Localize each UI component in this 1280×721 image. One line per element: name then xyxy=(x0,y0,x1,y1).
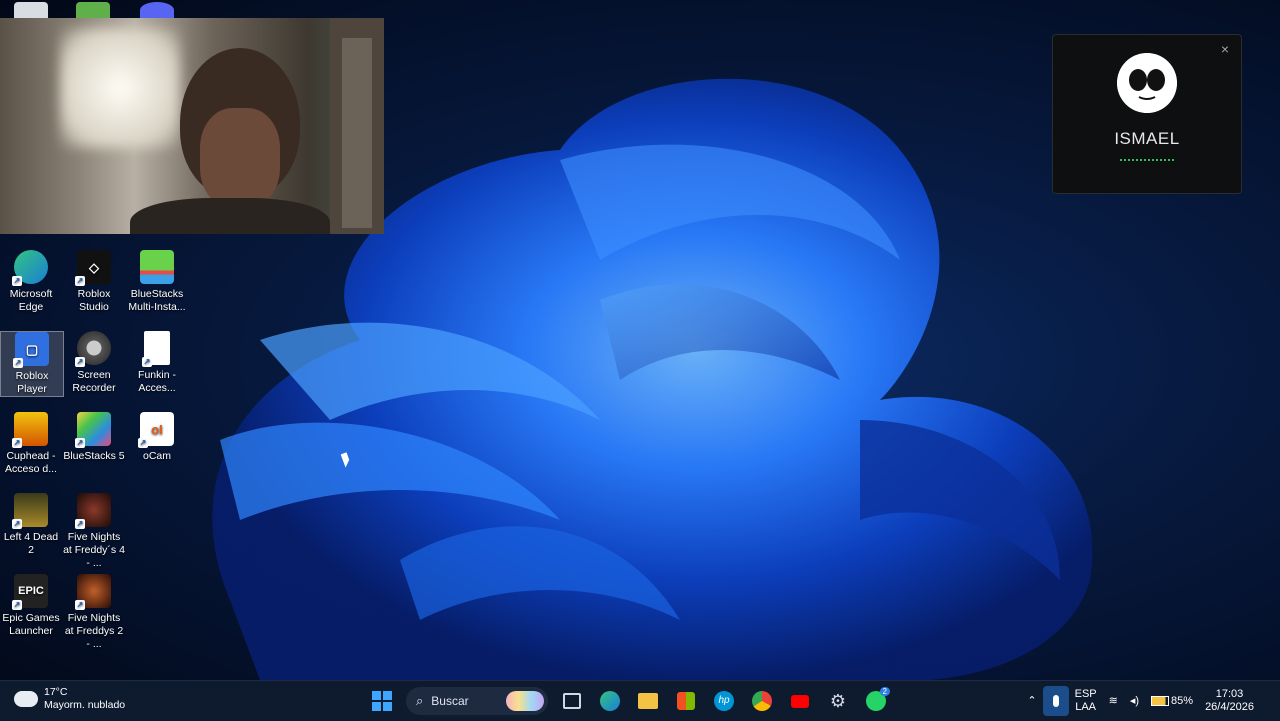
battery-icon[interactable] xyxy=(1151,696,1170,706)
caller-name: ISMAEL xyxy=(1114,129,1180,148)
windows-start-icon[interactable] xyxy=(368,687,396,715)
desktop-icon-epic-games[interactable]: EPIC ↗ Epic Games Launcher xyxy=(0,574,62,638)
desktop-icon-bluestacks5[interactable]: ↗ BlueStacks 5 xyxy=(63,412,125,463)
taskbar-center: ⌕ Buscar hp ⚙ 2 xyxy=(368,681,890,721)
wifi-icon[interactable]: ≋ xyxy=(1109,695,1118,708)
close-icon[interactable]: × xyxy=(1221,41,1229,57)
epic-games-icon: EPIC ↗ xyxy=(12,574,48,610)
bluestacks-multi-icon xyxy=(140,250,174,284)
desktop-icon-cuphead[interactable]: ↗ Cuphead - Acceso d... xyxy=(0,412,62,476)
ocam-icon: oI ↗ xyxy=(138,412,174,448)
discord-icon[interactable] xyxy=(140,2,174,18)
desktop-icon-label: Roblox Player xyxy=(15,370,49,395)
desktop-icon-roblox-player[interactable]: ▢ ↗ Roblox Player xyxy=(0,331,64,397)
desktop-icon-label: BlueStacks 5 xyxy=(63,450,125,462)
desktop-icon-ocam[interactable]: oI ↗ oCam xyxy=(126,412,188,463)
cuphead-icon: ↗ xyxy=(12,412,48,448)
activity-indicator xyxy=(1120,159,1174,161)
microphone-icon[interactable] xyxy=(1042,686,1069,716)
fnaf2-icon: ↗ xyxy=(75,574,111,610)
clock-time: 17:03 xyxy=(1215,688,1244,700)
desktop-icon-fnaf4[interactable]: ↗ Five Nights at Freddy´s 4 - ... xyxy=(63,493,125,570)
desktop-icon-label: Cuphead - Acceso d... xyxy=(5,450,57,475)
language-indicator[interactable]: ESP LAA xyxy=(1075,688,1097,714)
language-code: ESP xyxy=(1074,688,1097,700)
fnaf4-icon: ↗ xyxy=(75,493,111,529)
voice-notification[interactable]: × ISMAEL xyxy=(1052,34,1242,194)
hp-icon[interactable]: hp xyxy=(710,687,738,715)
desktop-icon-label: Roblox Studio xyxy=(77,288,111,313)
desktop-icon-roblox-studio[interactable]: ◇ ↗ Roblox Studio xyxy=(63,250,125,314)
partial-app-icon[interactable] xyxy=(14,2,48,18)
file-icon: ↗ xyxy=(142,331,170,367)
desktop-icon-fnaf2[interactable]: ↗ Five Nights at Freddys 2 - ... xyxy=(63,574,125,651)
partial-top-icons xyxy=(0,0,384,18)
task-view-icon[interactable] xyxy=(558,687,586,715)
search-highlight-art xyxy=(506,691,544,711)
notification-badge: 2 xyxy=(879,687,890,696)
desktop-icon-label: Left 4 Dead 2 xyxy=(3,531,59,556)
desktop-icon-label: Five Nights at Freddys 2 - ... xyxy=(64,612,124,650)
taskbar-search[interactable]: ⌕ Buscar xyxy=(406,687,548,715)
desktop-icon-label: Epic Games Launcher xyxy=(2,612,60,637)
battery-percent: 85% xyxy=(1171,694,1194,707)
microsoft-store-icon[interactable] xyxy=(672,687,700,715)
weather-desc: Mayorm. nublado xyxy=(44,699,126,711)
left4dead-icon: ↗ xyxy=(12,493,48,529)
desktop-icon-screen-recorder[interactable]: ↗ Screen Recorder xyxy=(63,331,125,395)
roblox-player-icon: ▢ ↗ xyxy=(13,332,49,368)
webcam-overlay xyxy=(0,18,384,234)
volume-icon[interactable]: ◂) xyxy=(1130,695,1139,708)
edge-icon: ↗ xyxy=(12,250,48,286)
system-tray: ⌃ ESP LAA ≋ ◂) 85% 17:03 26/4/2026 xyxy=(1021,681,1280,721)
desktop-icon-label: BlueStacks Multi-Insta... xyxy=(128,288,186,313)
cloud-sun-icon xyxy=(14,691,38,707)
search-label: Buscar xyxy=(431,694,469,708)
edge-icon[interactable] xyxy=(596,687,624,715)
desktop-icon-label: Funkin - Acces... xyxy=(138,369,176,394)
clock[interactable]: 17:03 26/4/2026 xyxy=(1205,688,1254,714)
clock-date: 26/4/2026 xyxy=(1205,701,1254,713)
desktop-icon-label: Screen Recorder xyxy=(72,369,116,394)
screen-recorder-icon: ↗ xyxy=(75,331,111,367)
taskbar: 17°C Mayorm. nublado ⌕ Buscar hp ⚙ 2 ⌃ E… xyxy=(0,680,1280,721)
youtube-icon[interactable] xyxy=(786,687,814,715)
chrome-icon[interactable] xyxy=(748,687,776,715)
chevron-up-icon[interactable]: ⌃ xyxy=(1027,695,1036,708)
desktop-icon-microsoft-edge[interactable]: ↗ Microsoft Edge xyxy=(0,250,62,314)
desktop-icon-funkin[interactable]: ↗ Funkin - Acces... xyxy=(126,331,188,395)
desktop-icon-left4dead2[interactable]: ↗ Left 4 Dead 2 xyxy=(0,493,62,557)
settings-icon[interactable]: ⚙ xyxy=(824,687,852,715)
desktop-icon-label: Microsoft Edge xyxy=(9,288,53,313)
desktop-icon-label: oCam xyxy=(142,450,171,462)
plants-vs-zombies-icon[interactable] xyxy=(76,2,110,18)
keyboard-layout: LAA xyxy=(1075,701,1097,713)
whatsapp-icon[interactable]: 2 xyxy=(862,687,890,715)
weather-temp: 17°C xyxy=(44,686,68,698)
avatar xyxy=(1117,53,1177,113)
weather-widget[interactable]: 17°C Mayorm. nublado xyxy=(14,686,125,712)
file-explorer-icon[interactable] xyxy=(634,687,662,715)
desktop-icon-label: Five Nights at Freddy´s 4 - ... xyxy=(63,531,125,569)
roblox-studio-icon: ◇ ↗ xyxy=(75,250,111,286)
desktop-icon-bluestacks-multi[interactable]: BlueStacks Multi-Insta... xyxy=(126,250,188,314)
search-icon: ⌕ xyxy=(416,693,424,708)
bluestacks-icon: ↗ xyxy=(75,412,111,448)
